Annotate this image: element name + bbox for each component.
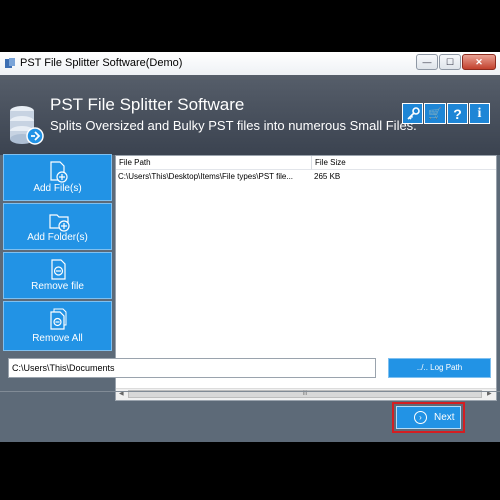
column-header-file-size[interactable]: File Size bbox=[312, 156, 496, 170]
maximize-button[interactable]: ☐ bbox=[439, 54, 461, 70]
add-files-button[interactable]: Add File(s) bbox=[3, 154, 112, 201]
add-folders-button[interactable]: Add Folder(s) bbox=[3, 203, 112, 250]
remove-all-button[interactable]: Remove All bbox=[3, 301, 112, 351]
key-icon bbox=[406, 106, 420, 120]
remove-file-button[interactable]: Remove file bbox=[3, 252, 112, 299]
info-icon: i bbox=[477, 105, 482, 121]
header-title: PST File Splitter Software bbox=[50, 95, 245, 114]
minimize-button[interactable]: — bbox=[416, 54, 438, 70]
arrow-right-icon: › bbox=[414, 411, 427, 424]
cart-button[interactable]: 🛒 bbox=[424, 103, 446, 124]
cart-icon: 🛒 bbox=[428, 108, 442, 120]
remove-file-label: Remove file bbox=[31, 281, 84, 292]
next-label: Next bbox=[434, 412, 455, 423]
remove-all-icon bbox=[50, 308, 67, 330]
title-bar: PST File Splitter Software(Demo) — ☐ ✕ bbox=[0, 52, 500, 76]
add-file-icon bbox=[50, 161, 68, 183]
next-highlight: › Next bbox=[392, 402, 465, 433]
add-files-label: Add File(s) bbox=[33, 183, 82, 194]
file-size-cell: 265 KB bbox=[314, 172, 341, 181]
output-path-input[interactable] bbox=[8, 358, 376, 378]
add-folder-icon bbox=[49, 214, 70, 232]
app-header: PST File Splitter Software Splits Oversi… bbox=[0, 75, 500, 155]
info-button[interactable]: i bbox=[469, 103, 490, 124]
divider bbox=[0, 391, 500, 392]
remove-file-icon bbox=[51, 259, 66, 280]
header-subtitle: Splits Oversized and Bulky PST files int… bbox=[50, 118, 417, 133]
close-button[interactable]: ✕ bbox=[462, 54, 496, 70]
column-header-file-path[interactable]: File Path bbox=[116, 156, 312, 170]
app-icon bbox=[5, 58, 15, 68]
help-button[interactable]: ? bbox=[447, 103, 468, 124]
window-title: PST File Splitter Software(Demo) bbox=[20, 57, 183, 69]
log-path-button[interactable]: ../.. Log Path bbox=[388, 358, 491, 378]
app-window: PST File Splitter Software(Demo) — ☐ ✕ P… bbox=[0, 52, 500, 442]
help-icon: ? bbox=[453, 105, 462, 122]
file-path-cell: C:\Users\This\Desktop\Items\File types\P… bbox=[118, 172, 294, 181]
next-button[interactable]: › Next bbox=[396, 406, 461, 429]
key-button[interactable] bbox=[402, 103, 423, 124]
add-folders-label: Add Folder(s) bbox=[27, 232, 88, 243]
horizontal-scrollbar[interactable]: ◀ III ▶ bbox=[116, 388, 496, 400]
remove-all-label: Remove All bbox=[32, 333, 83, 344]
database-icon bbox=[10, 106, 44, 145]
